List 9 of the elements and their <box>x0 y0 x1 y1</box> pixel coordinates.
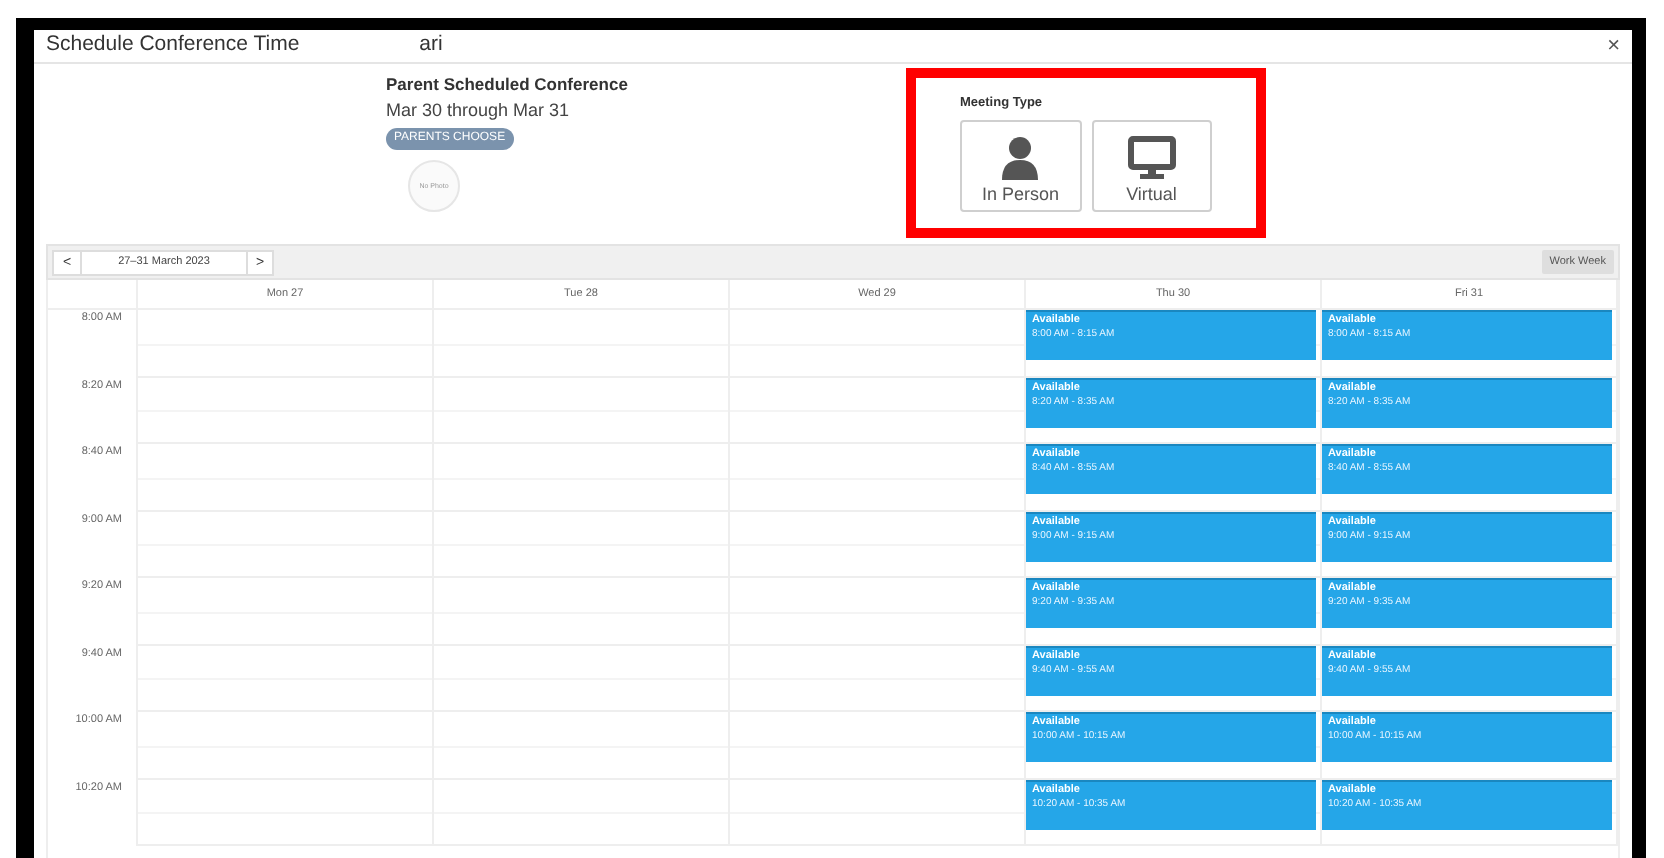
conference-heading: Parent Scheduled Conference <box>386 72 628 98</box>
monitor-icon <box>1127 135 1176 180</box>
dialog-title: Schedule Conference Time <box>46 30 300 61</box>
meeting-type-option[interactable]: Virtual <box>1091 119 1212 212</box>
conference-dates: Mar 30 through Mar 31 <box>386 97 570 124</box>
person-icon <box>1000 135 1041 180</box>
dialog-title: ari <box>419 30 443 61</box>
close-button[interactable]: × <box>1607 35 1620 57</box>
meeting-type-option[interactable]: In Person <box>960 119 1081 212</box>
